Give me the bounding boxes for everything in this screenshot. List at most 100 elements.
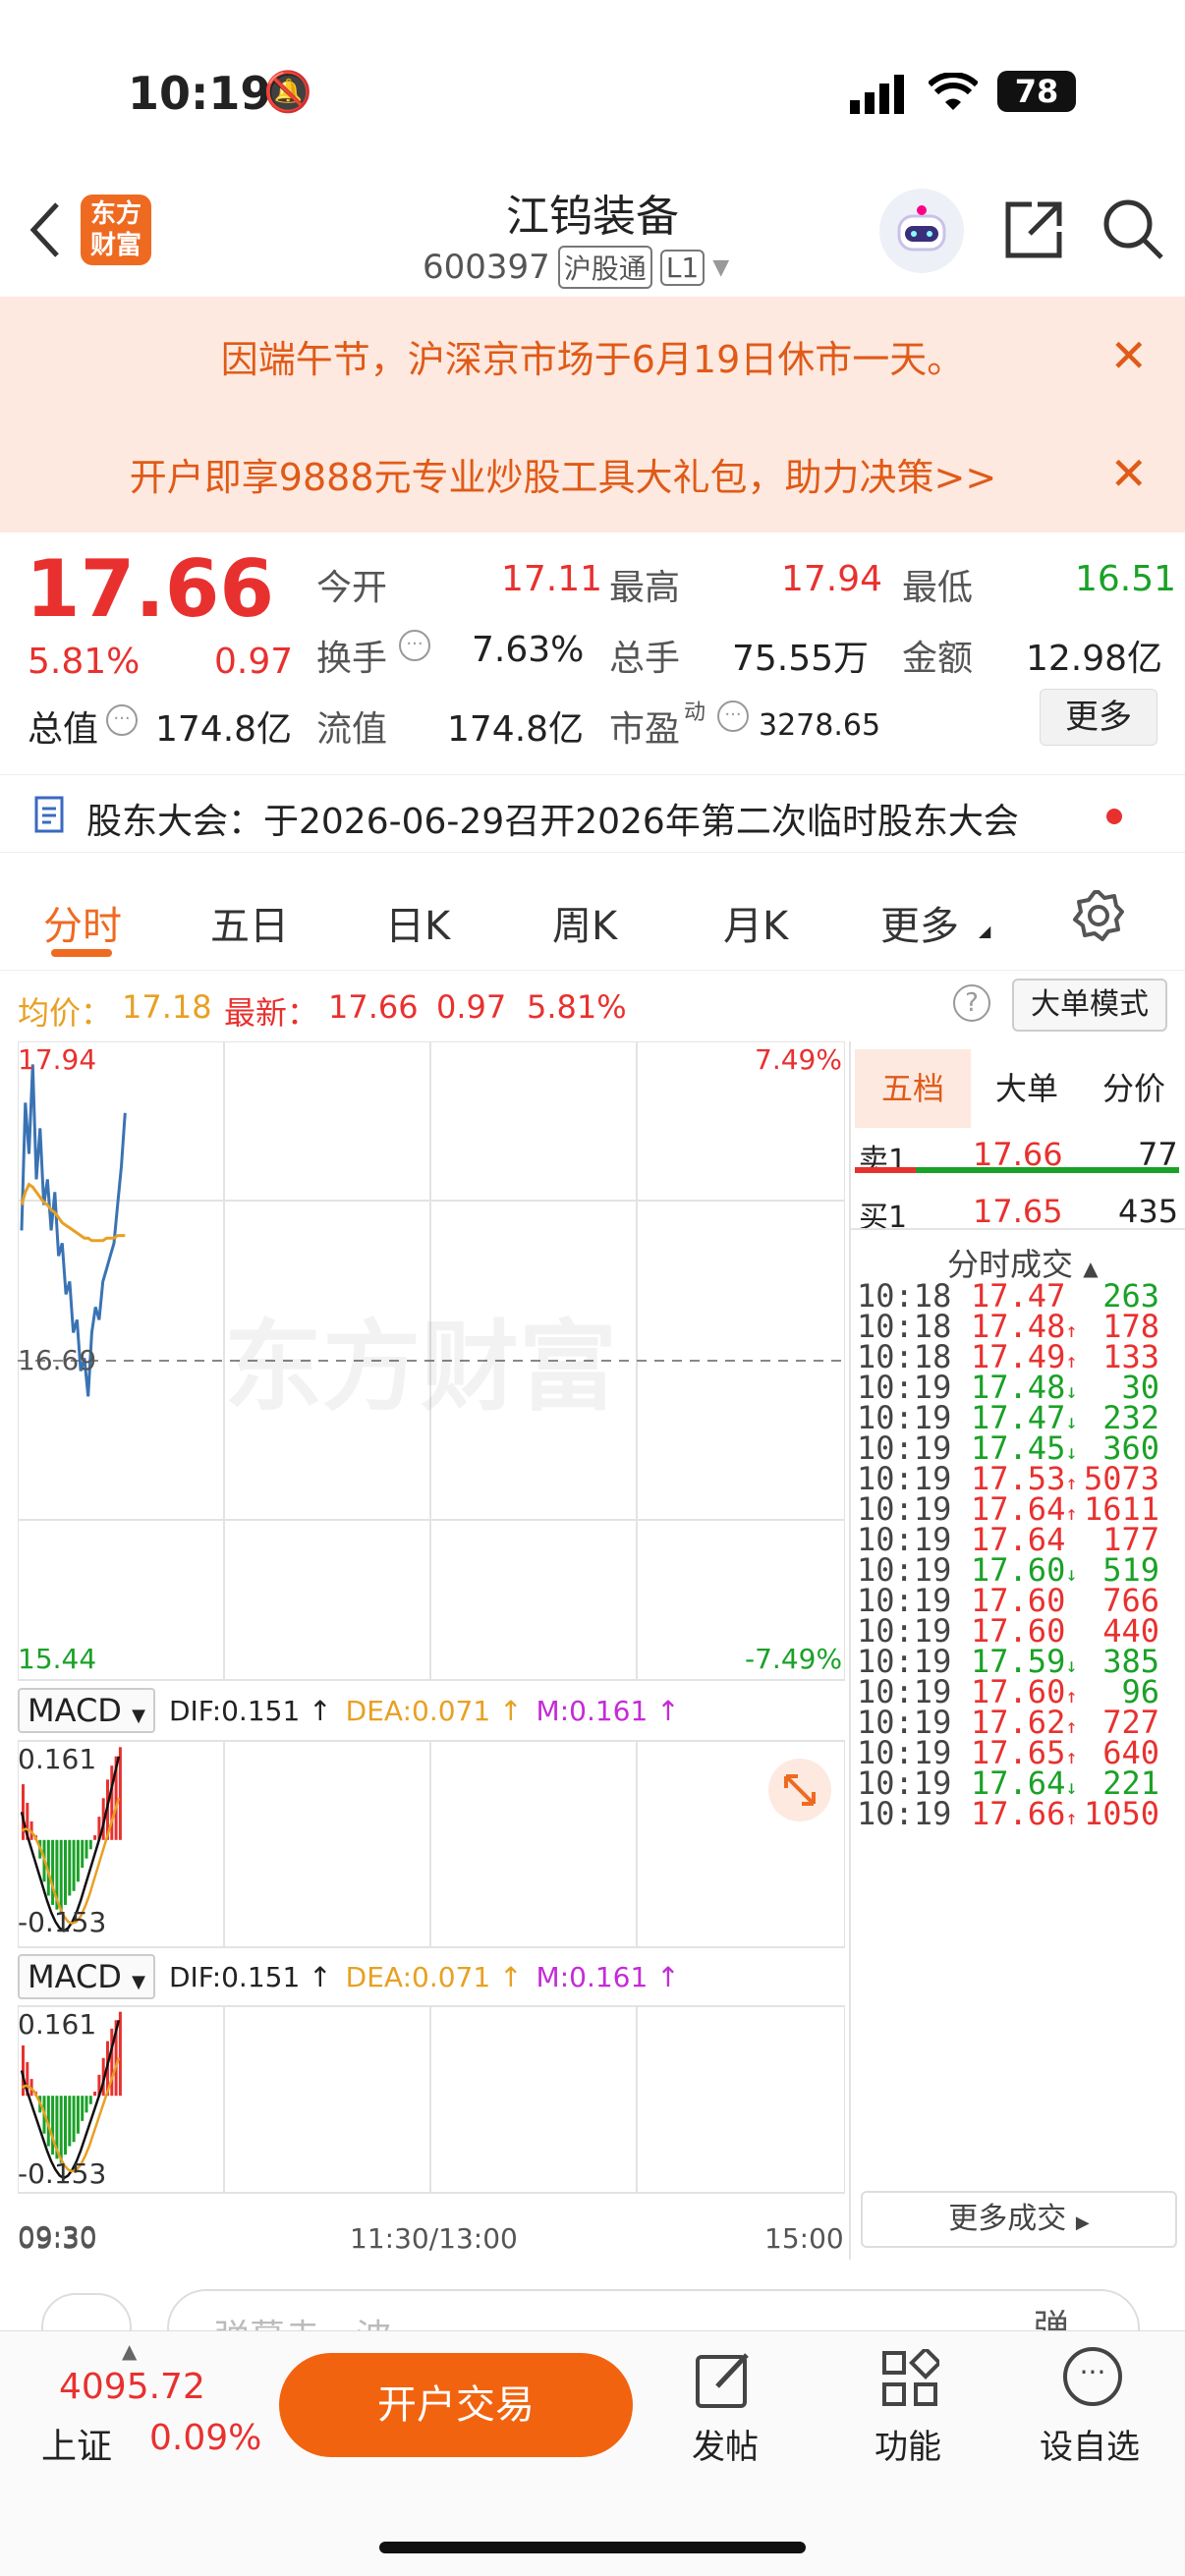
- macd-bottom-value: -0.153: [18, 2157, 107, 2190]
- trade-row: 10:19 17.60↓ 519: [851, 1551, 1175, 1589]
- trade-row: 10:19 17.48↓ 30: [851, 1369, 1175, 1406]
- open-trade-button[interactable]: 开户交易: [279, 2353, 633, 2457]
- macd-header-2: MACD ▼ DIF:0.151 ↑ DEA:0.071 ↑ M:0.161 ↑: [18, 1947, 845, 2006]
- pct-axis-bottom: -7.49%: [745, 1643, 843, 1675]
- robot-avatar-icon[interactable]: [879, 189, 964, 273]
- holiday-notice[interactable]: 因端午节，沪深京市场于6月19日休市一天。 ✕: [0, 297, 1185, 415]
- trade-row: 10:19 17.66↑ 1050: [851, 1795, 1175, 1832]
- turnover-value: 7.63%: [472, 630, 585, 670]
- avg-label: 均价：: [18, 994, 113, 1032]
- chart-canvas: [18, 1041, 845, 2194]
- tab-level5[interactable]: 五档: [855, 1049, 971, 1128]
- macd-bar: [68, 1839, 72, 1896]
- intraday-chart[interactable]: 17.94 16.69 15.44 7.49% -7.49% 东方财富 MACD…: [18, 1041, 845, 2253]
- x-axis: 09:30 11:30/13:00 15:00: [18, 2222, 845, 2262]
- macd-bar: [72, 2096, 76, 2143]
- corner-arrow-icon: ◢: [979, 922, 991, 940]
- dif-value: DIF:0.151 ↑: [168, 1960, 332, 1993]
- status-bar: 10:19 🔕 78: [0, 0, 1185, 187]
- tab-weekly-k[interactable]: 周K: [552, 894, 617, 951]
- more-trades-button[interactable]: 更多成交 ▶: [861, 2191, 1177, 2248]
- amount-value: 12.98亿: [1026, 639, 1163, 679]
- macd-select-label: MACD: [28, 1958, 122, 1995]
- mktcap-value: 174.8亿: [155, 709, 293, 750]
- macd-bar: [88, 2096, 92, 2104]
- hk-connect-badge: 沪股通: [557, 246, 652, 289]
- quote-page: { "status":{"time":"10:19","battery":"78…: [0, 0, 1185, 2576]
- tab-price-distribution[interactable]: 分价: [1085, 1049, 1183, 1128]
- latest-change: 0.97: [436, 988, 507, 1026]
- trade-time: 10:19: [857, 1795, 952, 1832]
- macd-select[interactable]: MACD ▼: [18, 1688, 155, 1733]
- stock-code-row[interactable]: 600397 沪股通 L1 ▼: [423, 246, 729, 289]
- m-value: M:0.161 ↑: [536, 1694, 680, 1727]
- trade-row: 10:19 17.64↑ 1611: [851, 1490, 1175, 1528]
- tab-more[interactable]: 更多: [880, 894, 959, 951]
- x-axis-mid: 11:30/13:00: [350, 2222, 518, 2255]
- macd-bar: [64, 1839, 67, 1905]
- dif-value: DIF:0.151 ↑: [168, 1694, 332, 1727]
- x-axis-end: 15:00: [764, 2222, 844, 2255]
- announcement-bar[interactable]: 股东大会：于2026-06-29召开2026年第二次临时股东大会: [0, 774, 1185, 853]
- trade-row: 10:19 17.45↓ 360: [851, 1429, 1175, 1467]
- close-icon[interactable]: ✕: [1109, 329, 1148, 382]
- expand-icon[interactable]: [768, 1759, 831, 1821]
- y-axis-top: 17.94: [18, 1043, 97, 1076]
- trade-volume: 1050: [1083, 1795, 1159, 1832]
- chart-info-bar: 均价： 17.18 最新： 17.66 0.97 5.81% ? 大单模式: [0, 973, 1185, 1041]
- macd-bar: [59, 1839, 63, 1915]
- macd-bar: [118, 1747, 122, 1840]
- more-dots-icon[interactable]: ···: [1063, 2347, 1122, 2406]
- signal-icon: [850, 75, 905, 118]
- add-watchlist-label[interactable]: 设自选: [1040, 2420, 1140, 2468]
- status-time: 10:19: [128, 67, 272, 120]
- buy1-volume: 435: [1118, 1193, 1179, 1230]
- close-icon[interactable]: ✕: [1109, 447, 1148, 500]
- tab-five-day[interactable]: 五日: [210, 894, 289, 951]
- info-icon[interactable]: ···: [399, 630, 430, 661]
- high-label: 最高: [609, 568, 681, 608]
- low-label: 最低: [902, 568, 974, 608]
- y-axis-mid: 16.69: [18, 1344, 97, 1376]
- buy1-price: 17.65: [973, 1193, 1063, 1230]
- macd-bar: [85, 2096, 88, 2113]
- info-icon[interactable]: ···: [106, 704, 138, 736]
- chevron-down-icon: ▼: [132, 1706, 145, 1726]
- share-icon[interactable]: [1002, 198, 1065, 265]
- info-icon[interactable]: ···: [717, 700, 749, 732]
- macd-bar: [72, 1839, 76, 1891]
- tab-intraday[interactable]: 分时: [43, 894, 122, 951]
- macd-select-2[interactable]: MACD ▼: [18, 1954, 155, 1999]
- bottom-bar: ▲ 4095.72 上证 0.09% 开户交易 发帖 功能 ··· 设自选: [0, 2330, 1185, 2576]
- level-badge: L1: [659, 249, 705, 286]
- turnover-label: 换手: [316, 639, 388, 679]
- post-label[interactable]: 发帖: [692, 2420, 759, 2468]
- macd-select-label: MACD: [28, 1692, 122, 1729]
- gear-icon[interactable]: [1071, 888, 1126, 947]
- more-button[interactable]: 更多: [1040, 689, 1157, 746]
- chevron-down-icon: ▼: [132, 1972, 145, 1992]
- help-icon[interactable]: ?: [953, 984, 990, 1022]
- macd-bar: [93, 2091, 97, 2097]
- macd-top-value: 0.161: [18, 1743, 97, 1775]
- current-price: 17.66: [26, 543, 275, 635]
- volume-label: 总手: [609, 639, 681, 679]
- macd-bar: [76, 2096, 80, 2134]
- edit-post-icon[interactable]: [694, 2349, 755, 2414]
- tab-daily-k[interactable]: 日K: [385, 894, 450, 951]
- chevron-down-icon: ▼: [712, 254, 730, 280]
- function-label[interactable]: 功能: [875, 2420, 941, 2468]
- macd-header: MACD ▼ DIF:0.151 ↑ DEA:0.071 ↑ M:0.161 ↑: [18, 1680, 845, 1741]
- promo-notice[interactable]: 开户即享9888元专业炒股工具大礼包，助力决策>> ✕: [0, 415, 1185, 532]
- tab-big-order[interactable]: 大单: [983, 1049, 1071, 1128]
- high-value: 17.94: [781, 559, 883, 599]
- search-icon[interactable]: [1100, 196, 1165, 265]
- avg-value: 17.18: [122, 988, 212, 1026]
- big-order-mode-button[interactable]: 大单模式: [1012, 979, 1167, 1032]
- change-percent: 5.81%: [28, 642, 141, 682]
- amount-label: 金额: [902, 639, 974, 679]
- chevron-right-icon: ▶: [1075, 2212, 1090, 2233]
- grid-apps-icon[interactable]: [880, 2346, 942, 2412]
- y-axis-bottom: 15.44: [18, 1643, 97, 1675]
- tab-monthly-k[interactable]: 月K: [723, 894, 788, 951]
